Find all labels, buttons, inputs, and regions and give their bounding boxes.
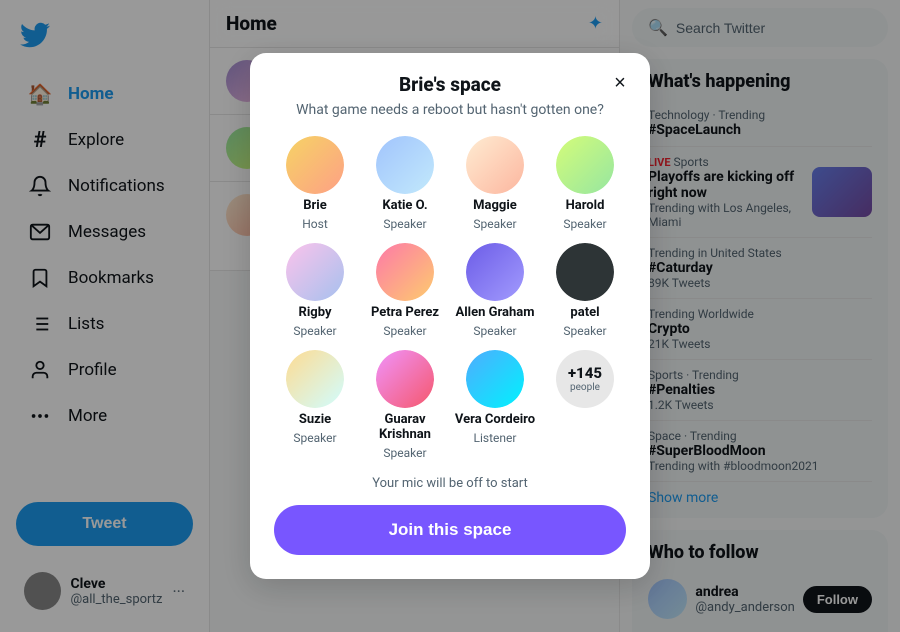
participant-rigby: Rigby Speaker bbox=[274, 243, 356, 338]
participant-role: Speaker bbox=[383, 324, 426, 338]
participant-role: Speaker bbox=[383, 446, 426, 460]
participant-role: Speaker bbox=[473, 217, 516, 231]
participant-avatar bbox=[466, 136, 524, 194]
participant-avatar bbox=[376, 136, 434, 194]
participant-guarav-krishnan: Guarav Krishnan Speaker bbox=[364, 350, 446, 460]
participant-role: Speaker bbox=[293, 324, 336, 338]
participant-suzie: Suzie Speaker bbox=[274, 350, 356, 460]
participant-brie: Brie Host bbox=[274, 136, 356, 231]
more-participants: +145 people bbox=[544, 350, 626, 460]
participant-role: Speaker bbox=[383, 217, 426, 231]
participant-role: Speaker bbox=[293, 431, 336, 445]
mic-notice: Your mic will be off to start bbox=[274, 476, 626, 491]
participant-role: Speaker bbox=[473, 324, 516, 338]
participant-petra-perez: Petra Perez Speaker bbox=[364, 243, 446, 338]
participant-name: Guarav Krishnan bbox=[364, 412, 446, 442]
participant-maggie: Maggie Speaker bbox=[454, 136, 536, 231]
participant-role: Speaker bbox=[563, 217, 606, 231]
participant-harold: Harold Speaker bbox=[544, 136, 626, 231]
participant-avatar bbox=[376, 350, 434, 408]
participant-name: Katie O. bbox=[382, 198, 427, 213]
participant-avatar bbox=[466, 243, 524, 301]
modal-subtitle: What game needs a reboot but hasn't gott… bbox=[274, 102, 626, 118]
participant-allen-graham: Allen Graham Speaker bbox=[454, 243, 536, 338]
more-count: +145 bbox=[568, 365, 602, 382]
spaces-modal: × Brie's space What game needs a reboot … bbox=[250, 53, 650, 579]
more-label: people bbox=[570, 382, 600, 393]
modal-close-button[interactable]: × bbox=[604, 67, 636, 99]
participant-role: Listener bbox=[474, 431, 517, 445]
participant-avatar bbox=[556, 136, 614, 194]
participant-name: patel bbox=[570, 305, 599, 320]
participants-grid: Brie Host Katie O. Speaker Maggie Speake… bbox=[274, 136, 626, 460]
app-container: 🏠 Home # Explore Notifications Messages bbox=[0, 0, 900, 632]
participant-avatar bbox=[286, 136, 344, 194]
participant-avatar bbox=[556, 243, 614, 301]
participant-avatar bbox=[376, 243, 434, 301]
participant-name: Vera Cordeiro bbox=[455, 412, 535, 427]
modal-title: Brie's space bbox=[274, 73, 626, 96]
participant-role: Speaker bbox=[563, 324, 606, 338]
participant-name: Petra Perez bbox=[371, 305, 439, 320]
participant-avatar bbox=[286, 243, 344, 301]
participant-avatar bbox=[286, 350, 344, 408]
join-space-button[interactable]: Join this space bbox=[274, 505, 626, 555]
participant-avatar bbox=[466, 350, 524, 408]
participant-role: Host bbox=[302, 217, 328, 231]
participant-name: Maggie bbox=[473, 198, 517, 213]
participant-name: Brie bbox=[303, 198, 327, 213]
modal-overlay[interactable]: × Brie's space What game needs a reboot … bbox=[0, 0, 900, 632]
participant-name: Allen Graham bbox=[455, 305, 534, 320]
more-participants-bubble: +145 people bbox=[556, 350, 614, 408]
participant-name: Rigby bbox=[299, 305, 332, 320]
participant-vera-cordeiro: Vera Cordeiro Listener bbox=[454, 350, 536, 460]
participant-patel: patel Speaker bbox=[544, 243, 626, 338]
participant-name: Suzie bbox=[299, 412, 331, 427]
participant-katie-o.: Katie O. Speaker bbox=[364, 136, 446, 231]
participant-name: Harold bbox=[566, 198, 605, 213]
